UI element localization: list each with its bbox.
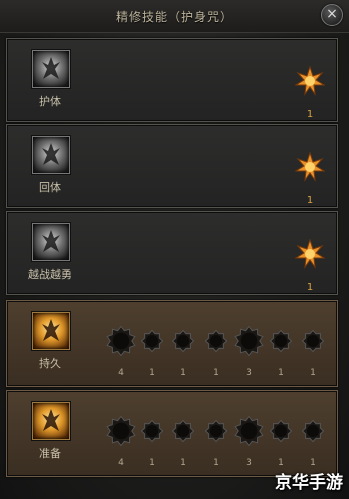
skill-node-icon[interactable]	[205, 330, 227, 352]
star-point-icon	[295, 152, 325, 182]
watermark: 京华手游	[275, 473, 343, 493]
skill-node-value: 1	[278, 458, 284, 468]
star-point-icon	[295, 239, 325, 269]
warrior-icon	[32, 50, 70, 88]
skill-name: 回体	[39, 181, 61, 194]
warrior-icon	[32, 223, 70, 261]
skill-name: 持久	[39, 357, 61, 370]
skill-tree-panel-zhunbei[interactable]: 准备 4 1 1 1 3 1 1	[6, 390, 338, 477]
skill-node-icon[interactable]	[302, 420, 324, 442]
skill-node-icon[interactable]	[172, 420, 194, 442]
warrior-gold-icon	[32, 312, 70, 350]
skill-name: 准备	[39, 447, 61, 460]
skill-node-icon[interactable]	[106, 326, 136, 356]
title-bar: 精修技能（护身咒） ×	[0, 0, 349, 33]
skill-node-value: 1	[213, 368, 219, 378]
skill-node-icon[interactable]	[270, 420, 292, 442]
warrior-gold-icon	[32, 402, 70, 440]
skill-node-icon[interactable]	[141, 330, 163, 352]
skill-panel-yuezhanyueyong[interactable]: 越战越勇 1	[6, 211, 338, 295]
skill-node-icon[interactable]	[141, 420, 163, 442]
skill-node-icon[interactable]	[270, 330, 292, 352]
skill-node-value: 1	[278, 368, 284, 378]
skill-count: 1	[306, 282, 314, 293]
skill-node-value: 1	[149, 458, 155, 468]
skill-count: 1	[306, 109, 314, 120]
node-row: 4 1 1 1 3 1 1	[99, 410, 335, 468]
skill-node-value: 1	[310, 368, 316, 378]
skill-panel-huti[interactable]: 护体 1	[6, 38, 338, 122]
skill-node-value: 1	[149, 368, 155, 378]
skill-name: 越战越勇	[28, 268, 72, 281]
skill-window: 精修技能（护身咒） × 护体 1 回体 1 越战越勇 1 持久 4 1 1 1 …	[0, 0, 349, 499]
skill-node-value: 3	[246, 368, 252, 378]
close-button[interactable]: ×	[321, 4, 343, 26]
skill-node-icon[interactable]	[234, 326, 264, 356]
node-row: 4 1 1 1 3 1 1	[99, 320, 335, 378]
skill-node-value: 1	[310, 458, 316, 468]
warrior-icon	[32, 136, 70, 174]
skill-node-value: 1	[180, 458, 186, 468]
skill-count: 1	[306, 195, 314, 206]
skill-node-icon[interactable]	[106, 416, 136, 446]
skill-node-icon[interactable]	[172, 330, 194, 352]
window-title: 精修技能（护身咒）	[115, 9, 233, 24]
skill-node-value: 1	[213, 458, 219, 468]
skill-node-value: 4	[118, 458, 124, 468]
skill-tree-panel-chijiu[interactable]: 持久 4 1 1 1 3 1 1	[6, 300, 338, 387]
skill-node-icon[interactable]	[302, 330, 324, 352]
skill-node-icon[interactable]	[205, 420, 227, 442]
close-icon: ×	[326, 6, 338, 22]
skill-node-value: 3	[246, 458, 252, 468]
skill-name: 护体	[39, 95, 61, 108]
skill-node-value: 4	[118, 368, 124, 378]
skill-node-value: 1	[180, 368, 186, 378]
star-point-icon	[295, 66, 325, 96]
skill-node-icon[interactable]	[234, 416, 264, 446]
skill-panel-huiti[interactable]: 回体 1	[6, 124, 338, 208]
